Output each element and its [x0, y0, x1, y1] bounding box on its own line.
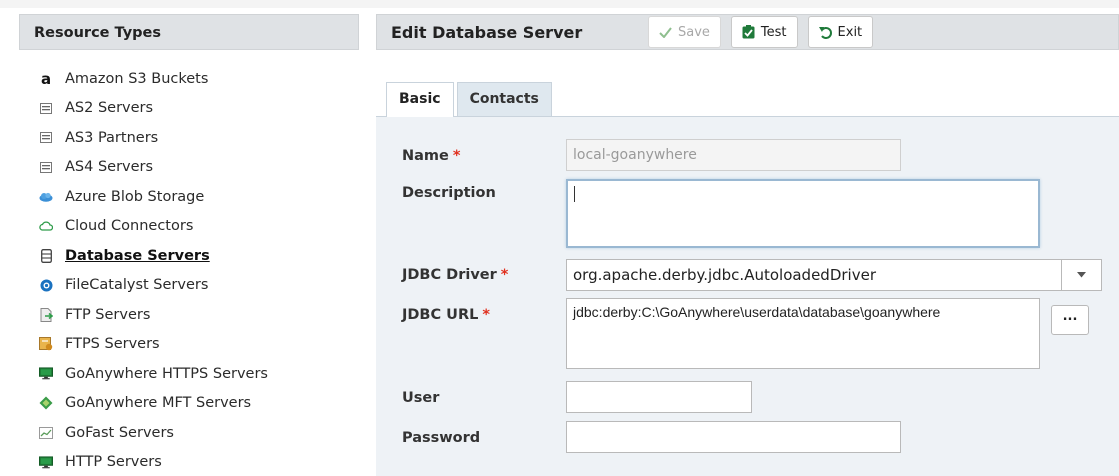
- cloud-outline-icon: [39, 219, 53, 233]
- test-button-label: Test: [760, 24, 787, 40]
- password-label: Password: [402, 430, 481, 446]
- ftp-icon: [39, 307, 53, 322]
- required-marker: *: [500, 267, 509, 283]
- required-marker: *: [482, 307, 490, 323]
- sidebar-item-as3-partners[interactable]: AS3 Partners: [39, 123, 359, 153]
- jdbc-driver-label: JDBC Driver *: [402, 267, 508, 283]
- sidebar-item-goanywhere-https-servers[interactable]: GoAnywhere HTTPS Servers: [39, 359, 359, 389]
- sidebar-item-label: AS3 Partners: [65, 129, 159, 146]
- tab-contacts[interactable]: Contacts: [456, 82, 552, 116]
- browse-button[interactable]: ...: [1051, 305, 1089, 335]
- name-label: Name *: [402, 148, 460, 164]
- toolbar: Edit Database Server Save Test Exit: [376, 14, 1119, 50]
- sidebar-item-label: Cloud Connectors: [65, 218, 194, 235]
- user-field[interactable]: [566, 381, 752, 413]
- sidebar-item-database-servers[interactable]: Database Servers: [39, 241, 359, 271]
- clipboard-check-icon: [742, 25, 755, 39]
- sidebar-item-as2-servers[interactable]: AS2 Servers: [39, 94, 359, 124]
- amazon-icon: a: [40, 69, 52, 88]
- required-marker: *: [452, 148, 461, 164]
- jdbc-url-value: jdbc:derby:C:\GoAnywhere\userdata\databa…: [573, 304, 941, 320]
- sidebar-item-label: FileCatalyst Servers: [65, 277, 209, 294]
- password-field[interactable]: [566, 421, 901, 453]
- basic-form: Name * local-goanywhere Description JDBC …: [376, 116, 1119, 476]
- sidebar-item-http-servers[interactable]: HTTP Servers: [39, 448, 359, 476]
- edi-icon: [39, 131, 53, 145]
- sidebar-item-label: Database Servers: [65, 247, 210, 264]
- sidebar-item-ftps-servers[interactable]: FTPS Servers: [39, 330, 359, 360]
- monitor-icon: [39, 367, 53, 381]
- sidebar-item-cloud-connectors[interactable]: Cloud Connectors: [39, 212, 359, 242]
- sidebar-item-label: Amazon S3 Buckets: [65, 70, 209, 87]
- sidebar-item-amazon-s3-buckets[interactable]: a Amazon S3 Buckets: [39, 64, 359, 94]
- filecatalyst-icon: [39, 278, 53, 292]
- sidebar-item-as4-servers[interactable]: AS4 Servers: [39, 153, 359, 183]
- sidebar-item-label: Azure Blob Storage: [65, 188, 205, 205]
- text-caret: [574, 186, 575, 202]
- chevron-down-icon: [1077, 272, 1086, 278]
- jdbc-driver-label-text: JDBC Driver: [402, 267, 497, 283]
- description-label: Description: [402, 185, 496, 201]
- azure-cloud-icon: [39, 190, 53, 204]
- jdbc-driver-value: org.apache.derby.jdbc.AutoloadedDriver: [573, 266, 876, 284]
- jdbc-driver-dropdown-button[interactable]: [1062, 259, 1102, 291]
- edit-panel: Edit Database Server Save Test Exit Basi…: [376, 14, 1119, 476]
- jdbc-url-label: JDBC URL *: [402, 307, 490, 323]
- save-button-label: Save: [678, 24, 710, 40]
- database-icon: [39, 248, 53, 263]
- edi-icon: [39, 101, 53, 115]
- sidebar-item-azure-blob-storage[interactable]: Azure Blob Storage: [39, 182, 359, 212]
- resource-list: a Amazon S3 Buckets AS2 Servers AS3 Partner…: [19, 50, 359, 476]
- sidebar-item-label: AS2 Servers: [65, 100, 154, 117]
- sidebar-item-label: GoAnywhere HTTPS Servers: [65, 365, 268, 382]
- exit-button[interactable]: Exit: [807, 16, 874, 48]
- test-button[interactable]: Test: [730, 16, 798, 48]
- undo-icon: [818, 26, 832, 39]
- check-icon: [659, 26, 672, 38]
- jdbc-url-label-text: JDBC URL: [402, 307, 479, 323]
- name-label-text: Name: [402, 148, 449, 164]
- jdbc-url-field[interactable]: jdbc:derby:C:\GoAnywhere\userdata\databa…: [566, 298, 1040, 369]
- resource-types-panel: Resource Types a Amazon S3 Buckets AS2 Ser…: [19, 14, 359, 476]
- sidebar-item-label: GoAnywhere MFT Servers: [65, 395, 252, 412]
- tab-basic[interactable]: Basic: [386, 82, 454, 117]
- sidebar-item-ftp-servers[interactable]: FTP Servers: [39, 300, 359, 330]
- edi-icon: [39, 160, 53, 174]
- tab-bar: Basic Contacts: [386, 82, 555, 117]
- monitor-icon: [39, 455, 53, 469]
- save-button[interactable]: Save: [648, 16, 721, 48]
- name-value: local-goanywhere: [573, 147, 697, 163]
- sidebar-item-goanywhere-mft-servers[interactable]: GoAnywhere MFT Servers: [39, 389, 359, 419]
- sidebar-item-label: AS4 Servers: [65, 159, 154, 176]
- top-strip: [0, 0, 1119, 8]
- name-field[interactable]: local-goanywhere: [566, 139, 901, 171]
- goanywhere-icon: [39, 396, 53, 410]
- jdbc-driver-select[interactable]: org.apache.derby.jdbc.AutoloadedDriver: [566, 259, 1062, 291]
- sidebar-item-gofast-servers[interactable]: GoFast Servers: [39, 418, 359, 448]
- sidebar-item-label: HTTP Servers: [65, 454, 162, 471]
- sidebar-item-label: GoFast Servers: [65, 424, 174, 441]
- chart-icon: [39, 426, 53, 440]
- ftps-icon: [39, 337, 53, 351]
- sidebar-item-label: FTP Servers: [65, 306, 151, 323]
- description-field[interactable]: [566, 179, 1040, 248]
- user-label: User: [402, 390, 440, 406]
- sidebar-item-filecatalyst-servers[interactable]: FileCatalyst Servers: [39, 271, 359, 301]
- page-title: Edit Database Server: [391, 22, 583, 42]
- sidebar-item-label: FTPS Servers: [65, 336, 160, 353]
- exit-button-label: Exit: [837, 24, 863, 40]
- sidebar-header: Resource Types: [19, 14, 359, 50]
